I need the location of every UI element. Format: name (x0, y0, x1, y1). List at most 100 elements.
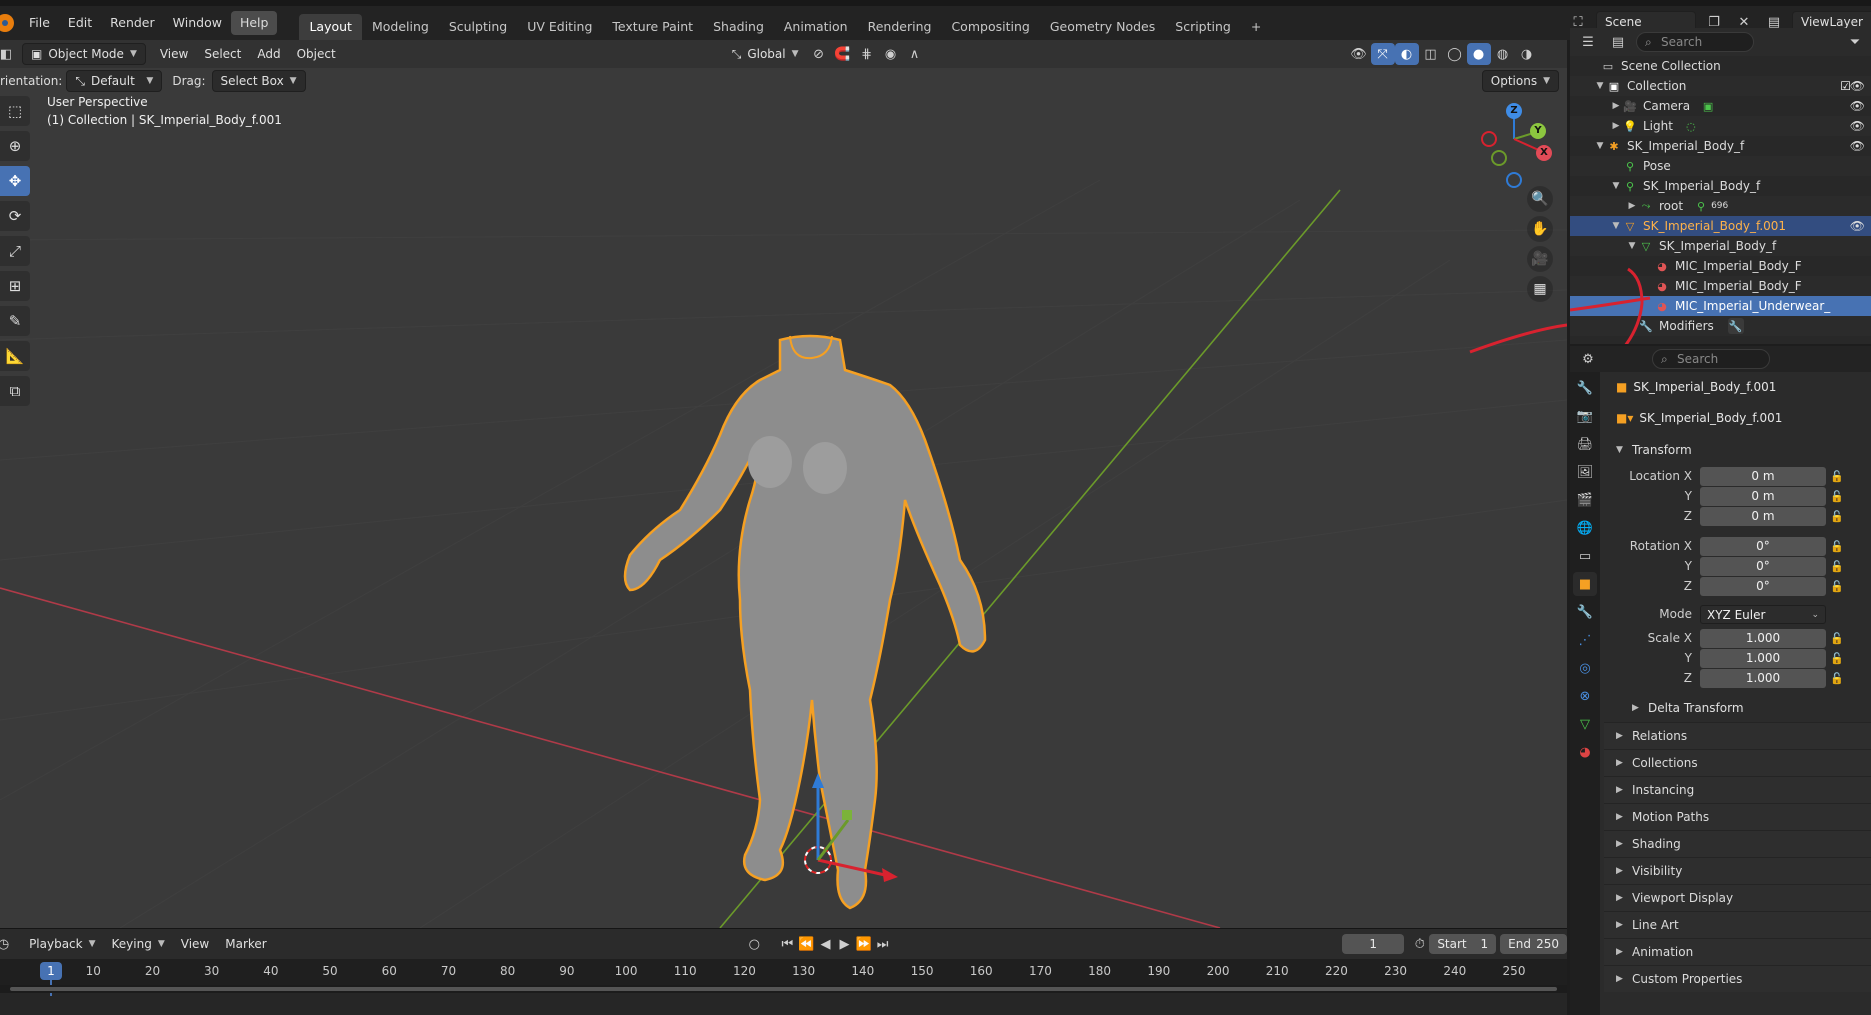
transform-orientation-selector[interactable]: ⤡ Global ▼ (724, 43, 807, 65)
play-icon[interactable]: ▶ (835, 933, 854, 955)
timeline-menu-playback[interactable]: Playback ▼ (21, 933, 103, 955)
gizmo-y-axis[interactable]: Y (1530, 123, 1546, 139)
tab-scripting[interactable]: Scripting (1165, 14, 1241, 40)
current-frame-field[interactable]: 1 (1342, 934, 1405, 954)
scale-x-field[interactable]: 1.000 (1700, 628, 1826, 648)
outliner-row-sk-imperial-body-f-001[interactable]: ▼ ▽ SK_Imperial_Body_f.001 👁 (1570, 216, 1871, 236)
jump-end-icon[interactable]: ⏭ (873, 933, 892, 955)
lock-icon[interactable]: 🔓 (1826, 540, 1848, 553)
end-frame-field[interactable]: End 250 (1500, 934, 1567, 954)
menu-file[interactable]: File (20, 11, 59, 35)
physics-tab-icon[interactable]: ◎ (1573, 656, 1597, 680)
tab-compositing[interactable]: Compositing (941, 14, 1039, 40)
rotation-z-field[interactable]: 0° (1700, 576, 1826, 596)
eye-icon[interactable]: 👁 (1850, 79, 1865, 93)
delta-transform-header[interactable]: ▶ Delta Transform (1604, 696, 1871, 720)
proportional-edit-icon[interactable]: ◉ (879, 43, 903, 65)
location-x-field[interactable]: 0 m (1700, 466, 1826, 486)
data-name-field[interactable]: SK_Imperial_Body_f.001 (1639, 411, 1782, 425)
chevron-right-icon[interactable]: ▶ (1626, 201, 1638, 211)
data-tab-icon[interactable]: ▽ (1573, 712, 1597, 736)
panel-instancing[interactable]: ▶ Instancing (1604, 776, 1871, 803)
options-button[interactable]: Options ▼ (1481, 70, 1559, 92)
scale-tool-icon[interactable]: ⤢ (0, 236, 30, 266)
tab-texture-paint[interactable]: Texture Paint (602, 14, 703, 40)
outliner-row-light[interactable]: ▶ 💡 Light ◌ 👁 (1570, 116, 1871, 136)
location-y-field[interactable]: 0 m (1700, 486, 1826, 506)
gizmo-x-axis[interactable]: X (1536, 145, 1552, 161)
object-tab-icon[interactable]: ■ (1573, 572, 1597, 596)
menu-edit[interactable]: Edit (59, 11, 101, 35)
rotation-y-field[interactable]: 0° (1700, 556, 1826, 576)
outliner-row-sk-imperial-body-f[interactable]: ▼ ▽ SK_Imperial_Body_f (1570, 236, 1871, 256)
camera-view-icon[interactable]: 🎥 (1527, 246, 1553, 272)
tab-geometry-nodes[interactable]: Geometry Nodes (1040, 14, 1165, 40)
start-frame-field[interactable]: Start 1 (1429, 934, 1497, 954)
timeline-menu-view[interactable]: View (173, 933, 217, 955)
pan-hand-icon[interactable]: ✋ (1527, 216, 1553, 242)
outliner-row-sk-imperial-body-f[interactable]: ▼ ⚲ SK_Imperial_Body_f (1570, 176, 1871, 196)
lock-icon[interactable]: 🔓 (1826, 672, 1848, 685)
zoom-icon[interactable]: 🔍 (1527, 186, 1553, 212)
viewport-menu-view[interactable]: View (152, 43, 196, 65)
cursor-tool-icon[interactable]: ⊕ (0, 131, 30, 161)
annotate-tool-icon[interactable]: ✎ (0, 306, 30, 336)
rotation-x-field[interactable]: 0° (1700, 536, 1826, 556)
gizmo-toggle-icon[interactable]: ⤧ (1370, 43, 1395, 65)
timeline-editor[interactable]: ◷ Playback ▼ Keying ▼ View Marker ○ ⏮ ⏪ ◀ ▶ ⏩… (0, 928, 1567, 1015)
snap-target-icon[interactable]: ⋕ (855, 43, 879, 65)
tab-shading[interactable]: Shading (703, 14, 774, 40)
frame-ruler[interactable]: 1 10 20 30 40 50 60 70 80 90 100 110 120 130 140 150 160… (0, 959, 1567, 996)
mode-selector[interactable]: ▣ Object Mode ▼ (22, 43, 146, 65)
panel-custom-properties[interactable]: ▶ Custom Properties (1604, 965, 1871, 992)
current-frame-marker[interactable]: 1 (40, 962, 62, 980)
scale-z-field[interactable]: 1.000 (1700, 668, 1826, 688)
material-tab-icon[interactable]: ◕ (1573, 740, 1597, 764)
outliner-row-pose[interactable]: ⚲ Pose (1570, 156, 1871, 176)
move-tool-icon[interactable]: ✥ (0, 166, 30, 196)
panel-line-art[interactable]: ▶ Line Art (1604, 911, 1871, 938)
data-name-row[interactable]: ■▾ SK_Imperial_Body_f.001 (1604, 406, 1871, 430)
outliner-row-modifiers[interactable]: 🔧 Modifiers 🔧 (1570, 316, 1871, 336)
overlay-toggle-icon[interactable]: ◐ (1394, 43, 1419, 65)
wireframe-shading-icon[interactable]: ◯ (1443, 43, 1467, 65)
timeline-menu-keying[interactable]: Keying ▼ (104, 933, 173, 955)
outliner-row-collection[interactable]: ▼ ▣ Collection ☑ 👁 (1570, 76, 1871, 96)
pivot-icon[interactable]: ⊘ (807, 43, 831, 65)
outliner-row-sk-imperial-body-f[interactable]: ▼ ✱ SK_Imperial_Body_f 👁 (1570, 136, 1871, 156)
outliner-row-root[interactable]: ▶ ⤳ root ⚲ 696 (1570, 196, 1871, 216)
chevron-right-icon[interactable]: ▶ (1610, 101, 1622, 111)
panel-animation[interactable]: ▶ Animation (1604, 938, 1871, 965)
rotation-mode-dropdown[interactable]: XYZ Euler ⌄ (1700, 604, 1826, 624)
gizmo-neg-x-axis[interactable] (1481, 131, 1497, 147)
scale-y-field[interactable]: 1.000 (1700, 648, 1826, 668)
transform-tool-icon[interactable]: ⊞ (0, 271, 30, 301)
selected-mesh-object[interactable] (623, 334, 987, 910)
outliner-row-mic-imperial-body-f[interactable]: ◕ MIC_Imperial_Body_F (1570, 276, 1871, 296)
chevron-down-icon[interactable]: ▼ (1610, 181, 1622, 191)
modifier-tab-icon[interactable]: 🔧 (1573, 600, 1597, 624)
properties-editor[interactable]: ⚙ Search 🔧 📷 🖨 🖼 🎬 🌐 ▭ ■ 🔧 ⋰ ◎ ⊗ ▽ ◕ ■ S… (1570, 346, 1871, 1015)
filter-icon[interactable]: ⏷ (1843, 31, 1867, 53)
add-workspace-button[interactable]: + (1241, 14, 1271, 40)
eye-icon[interactable]: 👁 (1850, 219, 1865, 233)
rendered-shading-icon[interactable]: ◑ (1515, 43, 1539, 65)
world-tab-icon[interactable]: 🌐 (1573, 516, 1597, 540)
eye-icon[interactable]: 👁 (1850, 99, 1865, 113)
outliner-row-camera[interactable]: ▶ 🎥 Camera ▣ 👁 (1570, 96, 1871, 116)
lock-icon[interactable]: 🔓 (1826, 580, 1848, 593)
rotate-tool-icon[interactable]: ⟳ (0, 201, 30, 231)
gizmo-neg-z-axis[interactable] (1506, 172, 1522, 188)
outliner-editor[interactable]: ☰ ▤ Search ⏷ ▭Scene Collection▼▣Collecti… (1570, 28, 1871, 344)
location-z-field[interactable]: 0 m (1700, 506, 1826, 526)
next-keyframe-icon[interactable]: ⏩ (854, 933, 873, 955)
eye-icon[interactable]: 👁 (1850, 139, 1865, 153)
chevron-down-icon[interactable]: ▼ (1594, 81, 1606, 91)
3d-viewport[interactable]: ◧ ▣ Object Mode ▼ View Select Add Object ⤡ … (0, 40, 1567, 928)
constraints-tab-icon[interactable]: ⊗ (1573, 684, 1597, 708)
editor-type-icon[interactable]: ◧ (0, 43, 18, 65)
viewport-menu-object[interactable]: Object (289, 43, 344, 65)
select-tool-icon[interactable]: ⬚ (0, 96, 30, 126)
chevron-down-icon[interactable]: ▼ (1594, 141, 1606, 151)
chevron-down-icon[interactable]: ▼ (1610, 221, 1622, 231)
